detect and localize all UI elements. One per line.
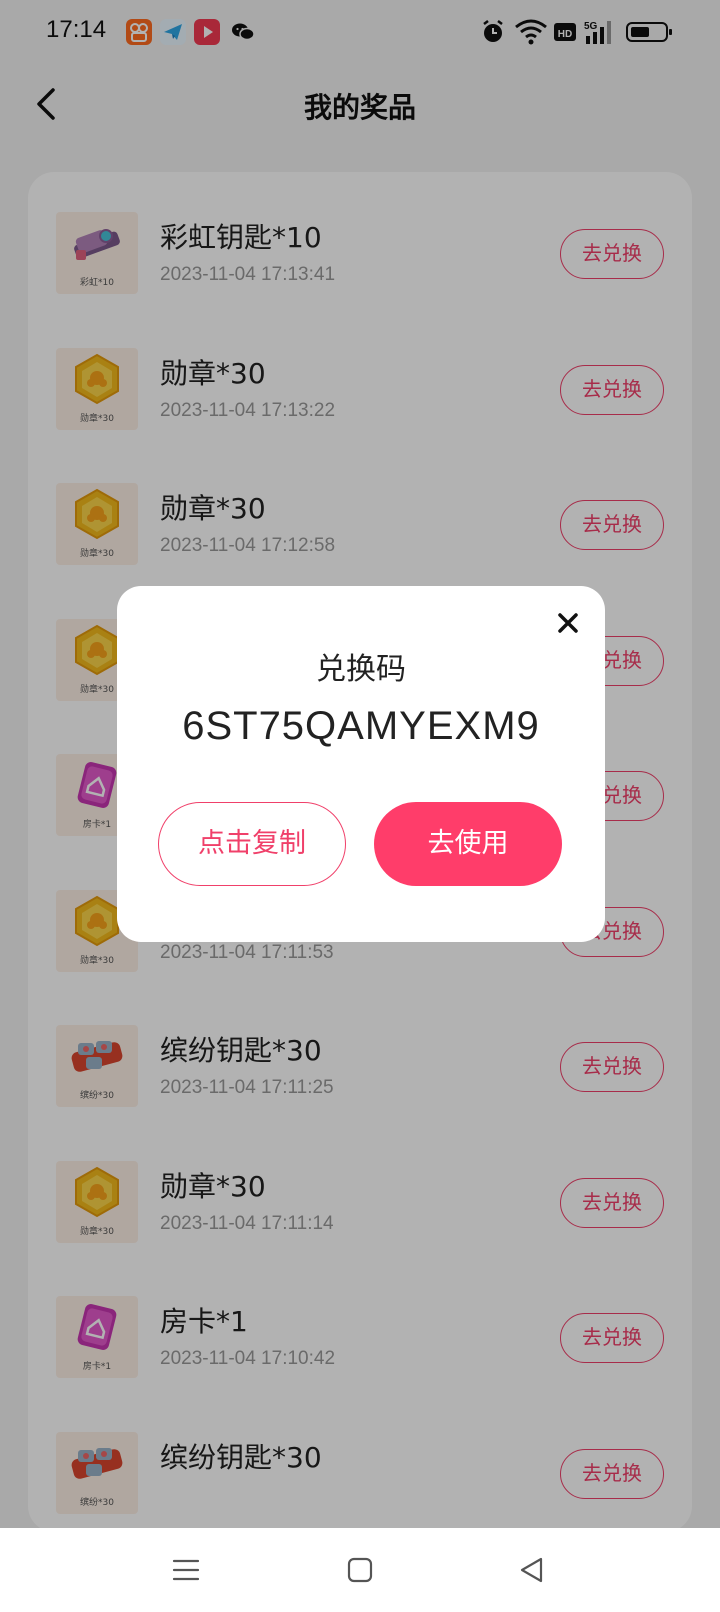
copy-button[interactable]: 点击复制 <box>158 802 346 886</box>
redeem-code-modal: 兑换码 6ST75QAMYEXM9 点击复制 去使用 <box>117 586 605 942</box>
menu-icon[interactable] <box>168 1552 204 1588</box>
modal-title: 兑换码 <box>316 652 406 687</box>
close-button[interactable] <box>553 608 583 638</box>
redeem-code: 6ST75QAMYEXM9 <box>182 704 540 748</box>
screen: 17:14 HD 5G 我的奖品 彩虹*10 彩虹钥匙*10 2023-11-0… <box>0 0 720 1612</box>
use-button[interactable]: 去使用 <box>374 802 562 886</box>
home-square-icon[interactable] <box>342 1552 378 1588</box>
system-nav-bar <box>0 1528 720 1612</box>
close-icon <box>558 613 578 633</box>
back-triangle-icon[interactable] <box>514 1552 550 1588</box>
